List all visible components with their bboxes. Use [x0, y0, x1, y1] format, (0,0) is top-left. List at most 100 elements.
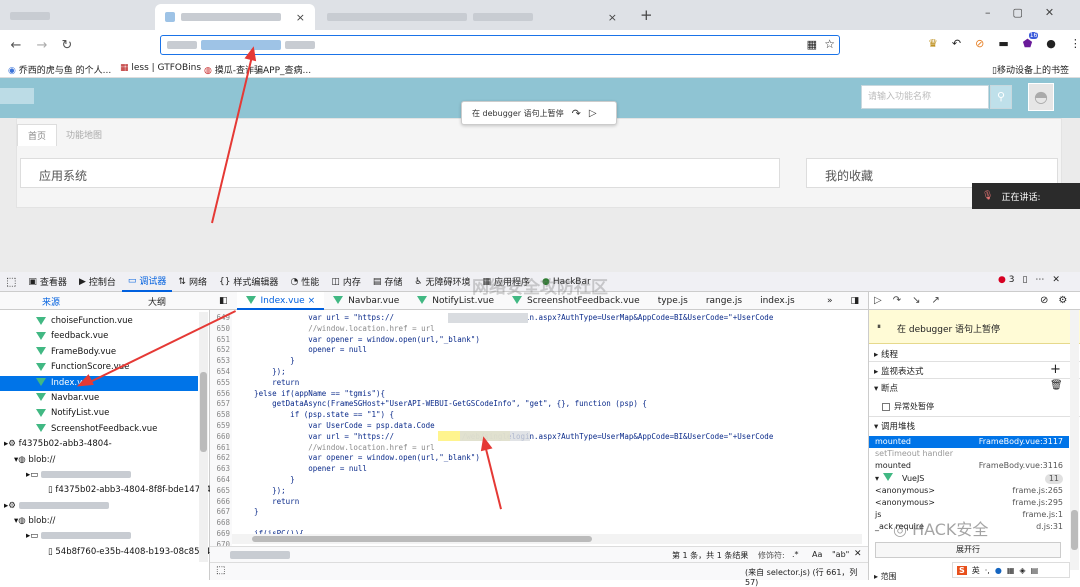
call-stack-frame[interactable]: setTimeout handler [869, 448, 1069, 460]
ime-punct-icon[interactable]: ·, [985, 566, 990, 575]
tab-close-icon[interactable]: × [296, 11, 305, 24]
call-stack-frame[interactable]: <anonymous> frame.js:265 [869, 485, 1069, 497]
ime-keyboard-icon[interactable]: ▦ [1007, 566, 1015, 575]
resume-icon[interactable]: ▷ [589, 108, 597, 119]
call-stack-group[interactable]: ▾ VueJS 11 [869, 472, 1069, 485]
line-number[interactable]: 662 [210, 453, 232, 464]
tree-item[interactable]: NotifyList.vue [0, 406, 198, 421]
regex-toggle[interactable]: .* [792, 550, 799, 559]
tree-scrollbar[interactable] [199, 312, 208, 562]
whole-word-toggle[interactable]: "ab" [832, 550, 849, 559]
browser-tab[interactable]: × [317, 4, 627, 30]
section-call-stack[interactable]: ▾ 调用堆栈 [874, 420, 915, 432]
bookmark-item[interactable]: ◍ 摸瓜-查诈骗APP_查病... [204, 63, 311, 76]
tree-item[interactable]: ▸▭ [0, 468, 198, 483]
devtools-tab-console[interactable]: ▶ 控制台 [73, 275, 122, 289]
browser-tab-active[interactable]: × [155, 4, 315, 30]
dock-icon[interactable]: ▯ [1022, 275, 1027, 285]
toggle-sidebar-icon[interactable]: ◧ [210, 292, 237, 310]
line-number[interactable]: 666 [210, 497, 232, 508]
mobile-bookmarks[interactable]: ▯移动设备上的书签 [992, 63, 1069, 76]
reload-icon[interactable]: ↻ [59, 37, 75, 53]
minimize-button[interactable]: – [985, 6, 991, 19]
line-number[interactable]: 667 [210, 507, 232, 518]
tree-item[interactable]: ▾◍ blob:// [0, 453, 198, 468]
line-number[interactable]: 663 [210, 464, 232, 475]
profile-icon[interactable]: ● [1046, 37, 1056, 50]
address-bar[interactable]: ▦ ☆ [160, 35, 840, 55]
extension-icon[interactable]: ⊘ [975, 37, 984, 50]
devtools-tab-debugger[interactable]: ▭ 调试器 [121, 272, 173, 292]
browser-tab[interactable] [0, 4, 155, 30]
right-scrollbar[interactable] [1070, 310, 1079, 570]
step-over-icon[interactable]: ↷ [572, 107, 581, 120]
tree-item[interactable]: choiseFunction.vue [0, 314, 198, 329]
line-number[interactable]: 665 [210, 486, 232, 497]
close-search-icon[interactable]: ✕ [854, 549, 862, 559]
maximize-button[interactable]: ▢ [1013, 6, 1023, 19]
card-application-systems[interactable]: 应用系统 [20, 158, 780, 188]
file-tab[interactable]: type.js [649, 292, 697, 310]
bookmark-item[interactable]: ◉ 乔西的虎与鱼 的个人... [8, 63, 111, 76]
call-stack-frame[interactable]: <anonymous> frame.js:295 [869, 497, 1069, 509]
devtools-tab-accessibility[interactable]: ♿ 无障碍环境 [408, 275, 476, 289]
tree-item[interactable]: ▸⚙ f4375b02-abb3-4804- [0, 437, 198, 452]
file-tab[interactable]: Navbar.vue [324, 292, 408, 310]
line-number[interactable]: 654 [210, 367, 232, 378]
line-number[interactable]: 658 [210, 410, 232, 421]
ime-skin-icon[interactable]: ◈ [1019, 566, 1025, 575]
line-number[interactable]: 653 [210, 356, 232, 367]
case-toggle[interactable]: Aa [812, 550, 822, 559]
line-number[interactable]: 659 [210, 421, 232, 432]
toggle-right-pane-icon[interactable]: ◨ [841, 292, 868, 310]
devtools-tab-performance[interactable]: ◔ 性能 [284, 275, 325, 289]
settings-icon[interactable]: ⚙ [1058, 295, 1067, 306]
pause-on-exceptions[interactable]: 异常处暂停 [882, 401, 934, 412]
bookmark-item[interactable]: ▦ less | GTFOBins [120, 63, 201, 73]
line-number[interactable]: 668 [210, 518, 232, 529]
call-stack-frame[interactable]: mounted FrameBody.vue:3116 [869, 460, 1069, 472]
undo-icon[interactable]: ↶ [952, 37, 961, 50]
section-threads[interactable]: ▸ 线程 [874, 348, 898, 360]
star-icon[interactable]: ☆ [824, 37, 835, 51]
line-number[interactable]: 650 [210, 324, 232, 335]
tree-item[interactable]: ▯ f4375b02-abb3-4804-8f8f-bde14784 [0, 483, 211, 498]
line-number[interactable]: 652 [210, 345, 232, 356]
step-out-icon[interactable]: ↗ [931, 295, 939, 306]
tree-item[interactable]: Navbar.vue [0, 391, 198, 406]
devtools-tab-inspector[interactable]: ▣ 查看器 [22, 275, 73, 289]
qr-icon[interactable]: ▦ [807, 38, 817, 51]
step-in-icon[interactable]: ↘ [912, 295, 920, 306]
tree-item[interactable]: ScreenshotFeedback.vue [0, 422, 198, 437]
devtools-tab-style-editor[interactable]: {} 样式编辑器 [213, 275, 284, 289]
tree-item[interactable]: ▯ 54b8f760-e35b-4408-b193-08c8584 [0, 545, 210, 560]
section-scopes[interactable]: ▸ 范围 [874, 571, 897, 582]
pretty-print-icon[interactable]: ⬚ [216, 565, 225, 576]
tab-home[interactable]: 首页 [17, 124, 58, 146]
delete-breakpoints-icon[interactable]: 🗑 [1050, 380, 1063, 391]
call-stack-frame[interactable]: mounted FrameBody.vue:3117 [869, 436, 1069, 449]
extension-icon[interactable]: ▬ [998, 37, 1008, 50]
tab-sources[interactable]: 来源 [42, 295, 60, 308]
extension-icon[interactable]: ♛ [928, 37, 938, 50]
function-search-input[interactable]: 请输入功能名称 [861, 85, 989, 109]
line-number[interactable]: 664 [210, 475, 232, 486]
tree-item[interactable]: FunctionScore.vue [0, 360, 198, 375]
close-devtools-icon[interactable]: ✕ [1052, 275, 1060, 285]
line-number[interactable]: 660 [210, 432, 232, 443]
section-watch[interactable]: ▸ 监视表达式 [874, 365, 923, 377]
ime-mic-icon[interactable]: ● [995, 566, 1002, 575]
deactivate-breakpoints-icon[interactable]: ⊘ [1040, 295, 1048, 306]
file-tab[interactable]: index.js [751, 292, 804, 310]
back-icon[interactable]: ← [8, 37, 24, 53]
search-button[interactable]: ⚲ [990, 85, 1012, 109]
more-icon[interactable]: ⋯ [1035, 275, 1044, 285]
resume-icon[interactable]: ▷ [874, 295, 882, 306]
devtools-tab-memory[interactable]: ◫ 内存 [325, 275, 367, 289]
tree-item[interactable]: ▾◍ blob:// [0, 514, 198, 529]
expand-rows-button[interactable]: 展开行 [875, 542, 1061, 558]
checkbox[interactable] [882, 402, 890, 411]
error-count[interactable]: ● 3 [998, 275, 1014, 285]
ime-logo-icon[interactable]: S [957, 565, 967, 575]
line-number[interactable]: 657 [210, 399, 232, 410]
